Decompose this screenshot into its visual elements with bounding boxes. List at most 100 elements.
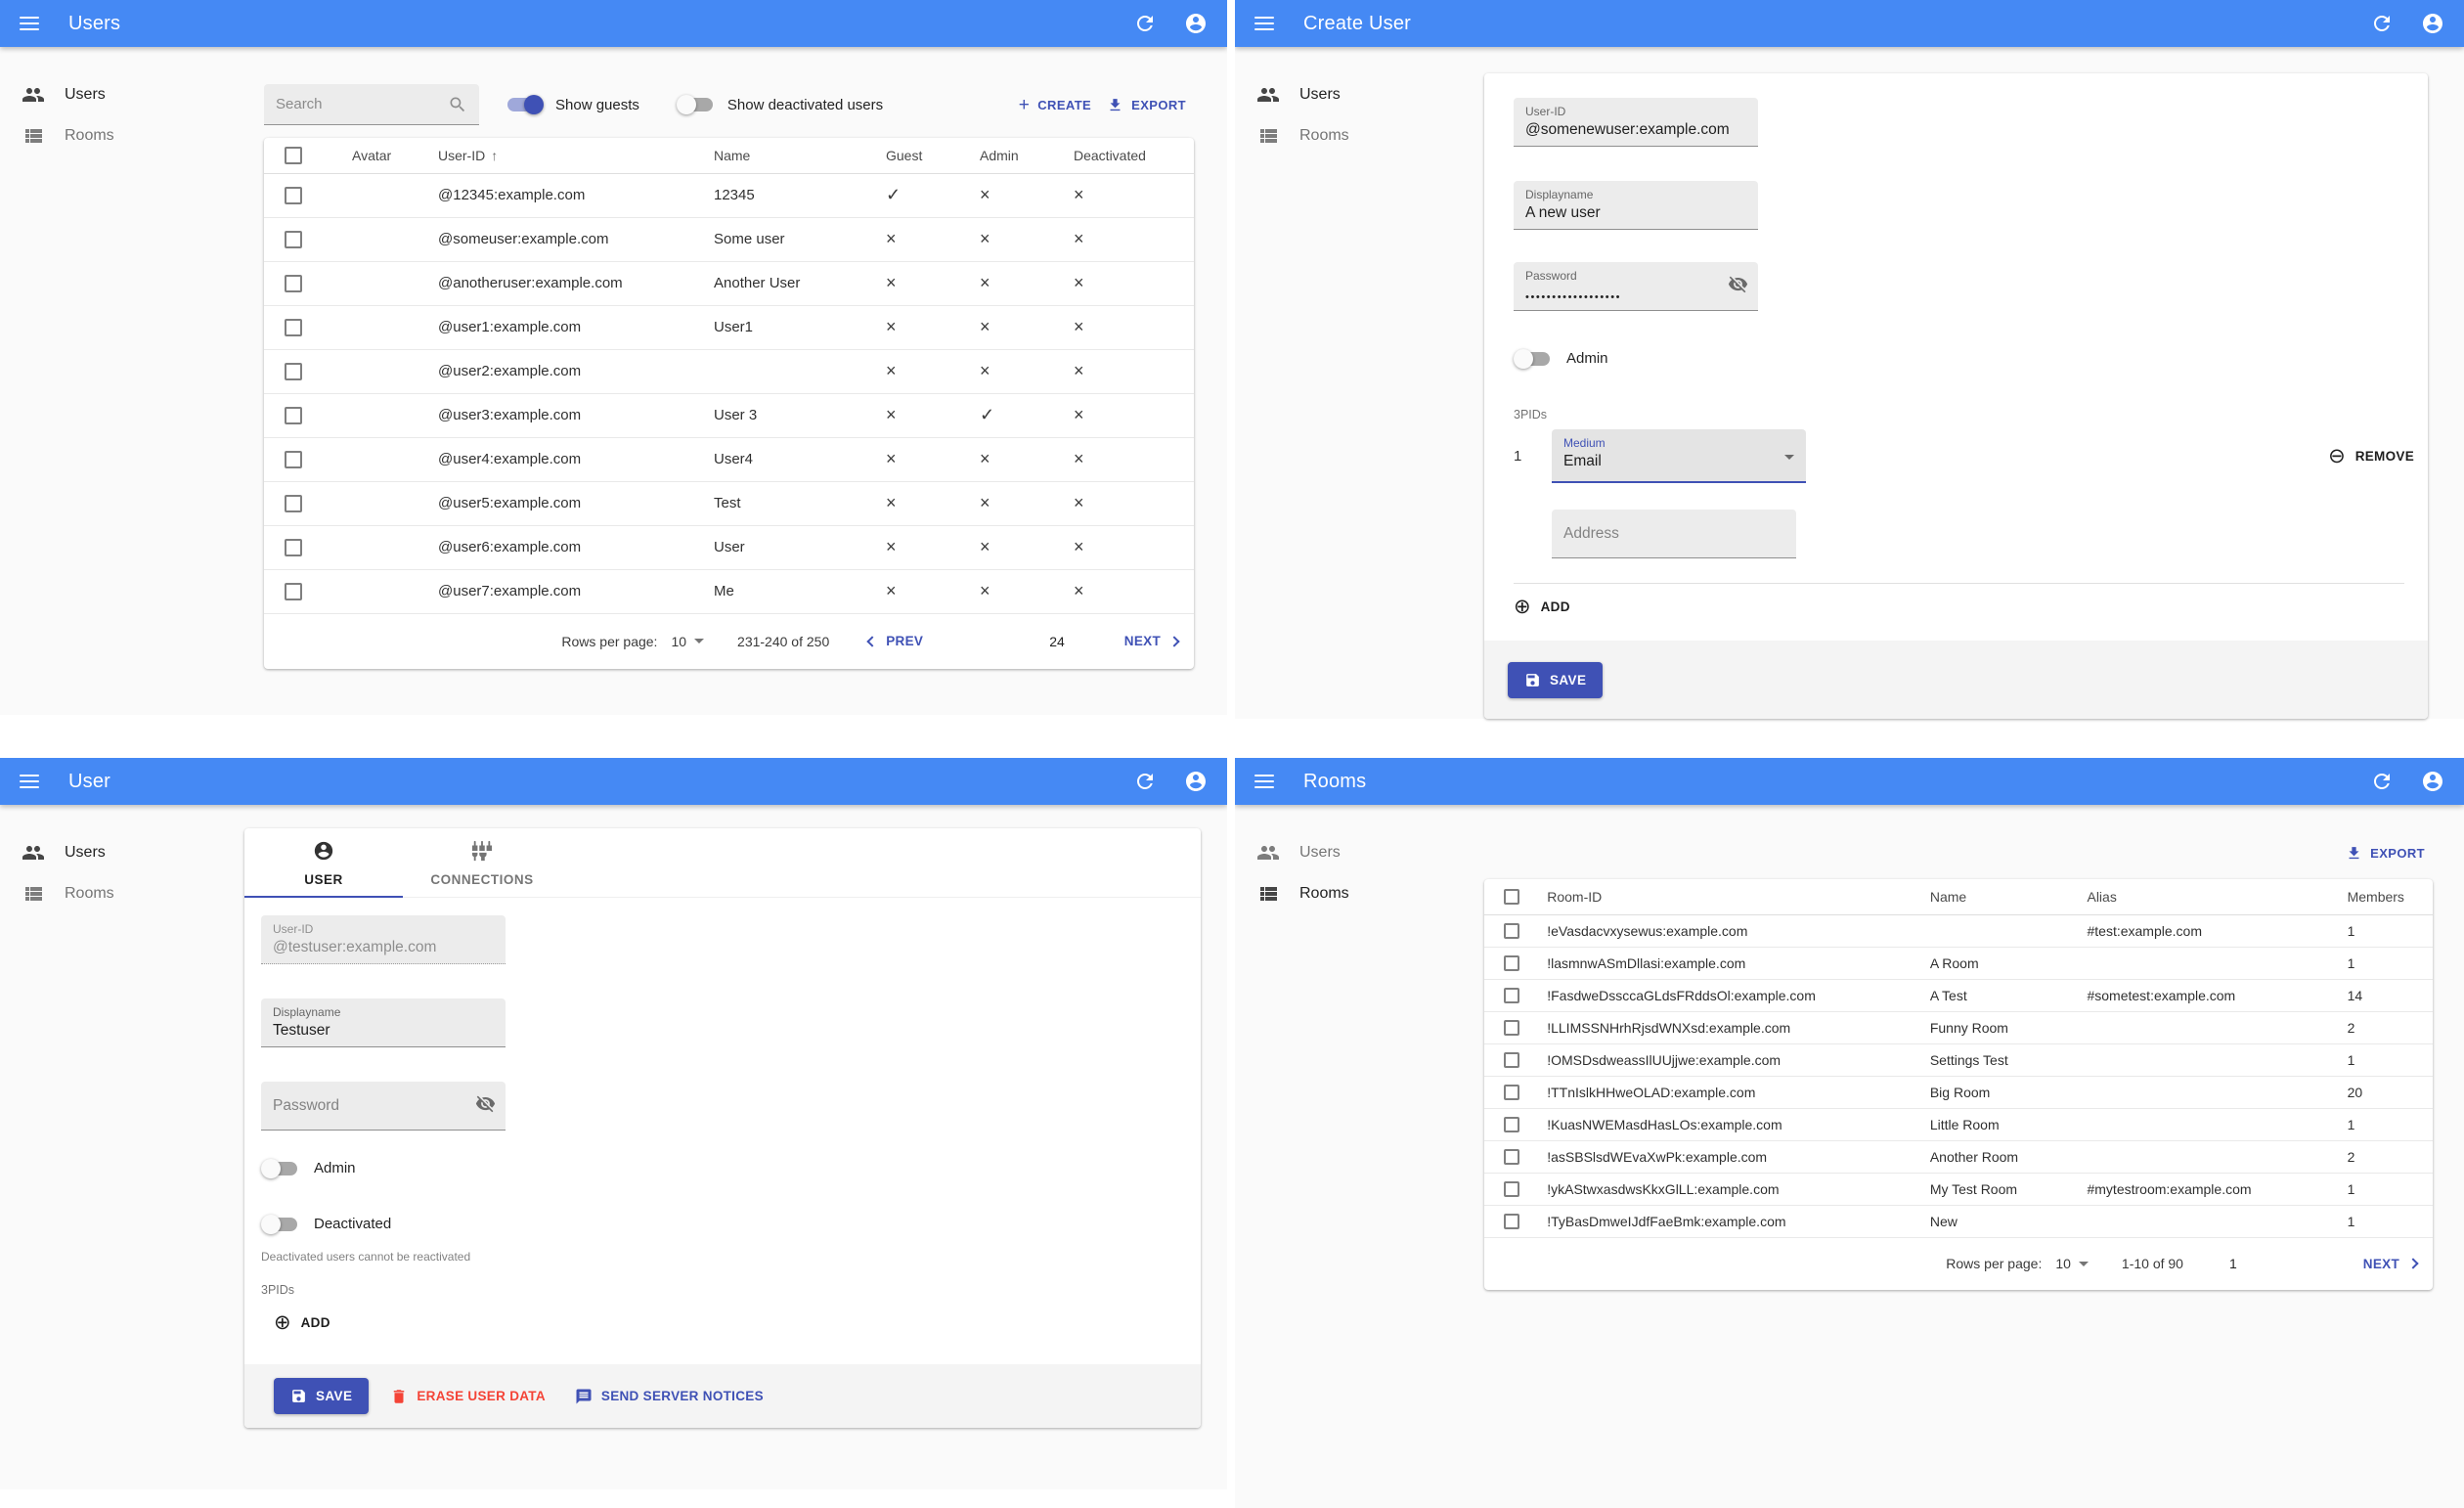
sidebar-item-rooms[interactable]: Rooms bbox=[1235, 873, 1470, 914]
table-row[interactable]: !TyBasDmweIJdfFaeBmk:example.com New 1 bbox=[1484, 1205, 2433, 1238]
refresh-icon[interactable] bbox=[1133, 770, 1157, 793]
send-server-notices-button[interactable]: SEND SERVER NOTICES bbox=[567, 1382, 771, 1411]
visibility-off-icon[interactable] bbox=[1728, 274, 1748, 299]
menu-icon[interactable] bbox=[20, 17, 39, 30]
displayname-field[interactable]: Displayname A new user bbox=[1514, 181, 1758, 230]
table-row[interactable]: @user6:example.com User × × × bbox=[264, 525, 1194, 570]
table-row[interactable]: @12345:example.com 12345 ✓ × × bbox=[264, 173, 1194, 218]
rows-per-page-select[interactable]: 10 bbox=[671, 634, 705, 649]
search-input[interactable]: Search bbox=[264, 84, 479, 125]
row-checkbox[interactable] bbox=[1504, 922, 1520, 939]
table-row[interactable]: !lasmnwASmDllasi:example.com A Room 1 bbox=[1484, 947, 2433, 980]
refresh-icon[interactable] bbox=[1133, 12, 1157, 35]
add-threepid-button[interactable]: ⊕ ADD bbox=[1514, 597, 1570, 617]
row-checkbox[interactable] bbox=[285, 362, 302, 380]
password-field[interactable]: Password bbox=[261, 1082, 506, 1131]
rows-per-page-select[interactable]: 10 bbox=[2055, 1256, 2089, 1271]
sidebar-item-rooms[interactable]: Rooms bbox=[0, 873, 235, 914]
row-checkbox[interactable] bbox=[1504, 1180, 1520, 1197]
table-row[interactable]: @someuser:example.com Some user × × × bbox=[264, 217, 1194, 262]
row-checkbox[interactable] bbox=[1504, 1084, 1520, 1100]
add-threepid-button[interactable]: ⊕ ADD bbox=[274, 1312, 330, 1333]
row-checkbox[interactable] bbox=[285, 450, 302, 468]
table-row[interactable]: !OMSDsdweassIlUUjjwe:example.com Setting… bbox=[1484, 1043, 2433, 1077]
sidebar-item-rooms[interactable]: Rooms bbox=[1235, 115, 1470, 156]
sidebar-item-users[interactable]: Users bbox=[0, 832, 235, 873]
row-checkbox[interactable] bbox=[285, 230, 302, 248]
refresh-icon[interactable] bbox=[2370, 770, 2394, 793]
sidebar-item-users[interactable]: Users bbox=[1235, 74, 1470, 115]
prev-page-button[interactable]: PREV bbox=[866, 634, 923, 648]
remove-threepid-button[interactable]: ⊖ REMOVE bbox=[2328, 446, 2414, 466]
table-row[interactable]: @user2:example.com × × × bbox=[264, 349, 1194, 394]
row-checkbox[interactable] bbox=[1504, 1148, 1520, 1165]
account-icon[interactable] bbox=[2421, 770, 2444, 793]
row-checkbox[interactable] bbox=[285, 582, 302, 600]
table-row[interactable]: !FasdweDssccaGLdsFRddsOl:example.com A T… bbox=[1484, 979, 2433, 1012]
row-checkbox[interactable] bbox=[285, 494, 302, 512]
admin-header[interactable]: Admin bbox=[972, 138, 1066, 174]
row-checkbox[interactable] bbox=[1504, 1019, 1520, 1036]
address-field[interactable]: Address bbox=[1552, 510, 1796, 558]
show-guests-switch[interactable] bbox=[507, 95, 544, 114]
row-checkbox[interactable] bbox=[285, 538, 302, 556]
user-id-header[interactable]: User-ID ↑ bbox=[430, 138, 706, 174]
erase-user-data-button[interactable]: ERASE USER DATA bbox=[382, 1382, 553, 1411]
alias-header[interactable]: Alias bbox=[2079, 879, 2340, 915]
table-row[interactable]: !LLIMSSNHrhRjsdWNXsd:example.com Funny R… bbox=[1484, 1011, 2433, 1044]
export-button[interactable]: EXPORT bbox=[2338, 839, 2433, 867]
refresh-icon[interactable] bbox=[2370, 12, 2394, 35]
user-id-field[interactable]: User-ID @somenewuser:example.com bbox=[1514, 98, 1758, 147]
next-page-button[interactable]: NEXT bbox=[1124, 634, 1180, 648]
current-page-button[interactable]: 24 bbox=[1049, 634, 1065, 649]
account-icon[interactable] bbox=[1184, 12, 1208, 35]
tab-user[interactable]: USER bbox=[244, 828, 403, 898]
sidebar-item-rooms[interactable]: Rooms bbox=[0, 115, 235, 156]
table-row[interactable]: !asSBSlsdWEvaXwPk:example.com Another Ro… bbox=[1484, 1140, 2433, 1174]
account-icon[interactable] bbox=[2421, 12, 2444, 35]
menu-icon[interactable] bbox=[1254, 775, 1274, 788]
admin-switch[interactable] bbox=[1514, 348, 1550, 369]
row-checkbox[interactable] bbox=[1504, 1051, 1520, 1068]
table-row[interactable]: !TTnIslkHHweOLAD:example.com Big Room 20 bbox=[1484, 1076, 2433, 1109]
members-header[interactable]: Members bbox=[2339, 879, 2433, 915]
row-checkbox[interactable] bbox=[1504, 1116, 1520, 1132]
visibility-off-icon[interactable] bbox=[475, 1093, 496, 1119]
tab-connections[interactable]: CONNECTIONS bbox=[403, 828, 561, 897]
table-row[interactable]: @anotheruser:example.com Another User × … bbox=[264, 261, 1194, 306]
table-row[interactable]: !eVasdacvxysewus:example.com #test:examp… bbox=[1484, 914, 2433, 948]
create-button[interactable]: + CREATE bbox=[1011, 90, 1099, 120]
menu-icon[interactable] bbox=[1254, 17, 1274, 30]
export-button[interactable]: EXPORT bbox=[1099, 91, 1194, 119]
deactivated-switch[interactable] bbox=[261, 1214, 297, 1234]
name-header[interactable]: Name bbox=[1921, 879, 2080, 915]
admin-switch[interactable] bbox=[261, 1158, 297, 1178]
table-row[interactable]: @user3:example.com User 3 × ✓ × bbox=[264, 393, 1194, 438]
table-row[interactable]: @user4:example.com User4 × × × bbox=[264, 437, 1194, 482]
row-checkbox[interactable] bbox=[1504, 1213, 1520, 1229]
avatar-header[interactable]: Avatar bbox=[323, 138, 430, 174]
password-field[interactable]: Password •••••••••••••••••• bbox=[1514, 262, 1758, 311]
row-checkbox[interactable] bbox=[285, 186, 302, 204]
row-checkbox[interactable] bbox=[285, 406, 302, 424]
guest-header[interactable]: Guest bbox=[878, 138, 972, 174]
account-icon[interactable] bbox=[1184, 770, 1208, 793]
room-id-header[interactable]: Room-ID bbox=[1539, 879, 1922, 915]
displayname-field[interactable]: Displayname Testuser bbox=[261, 998, 506, 1047]
current-page-button[interactable]: 1 bbox=[2229, 1256, 2237, 1271]
save-button[interactable]: SAVE bbox=[274, 1378, 370, 1414]
table-row[interactable]: @user7:example.com Me × × × bbox=[264, 569, 1194, 614]
row-checkbox[interactable] bbox=[285, 318, 302, 336]
save-button[interactable]: SAVE bbox=[1508, 661, 1604, 698]
row-checkbox[interactable] bbox=[1504, 954, 1520, 971]
select-all-checkbox[interactable] bbox=[285, 146, 302, 164]
table-row[interactable]: !KuasNWEMasdHasLOs:example.com Little Ro… bbox=[1484, 1108, 2433, 1141]
select-all-checkbox[interactable] bbox=[1504, 888, 1520, 905]
name-header[interactable]: Name bbox=[706, 138, 878, 174]
table-row[interactable]: @user5:example.com Test × × × bbox=[264, 481, 1194, 526]
sidebar-item-users[interactable]: Users bbox=[1235, 832, 1470, 873]
next-page-button[interactable]: NEXT bbox=[2363, 1257, 2419, 1271]
deactivated-header[interactable]: Deactivated bbox=[1066, 138, 1194, 174]
table-row[interactable]: @user1:example.com User1 × × × bbox=[264, 305, 1194, 350]
row-checkbox[interactable] bbox=[1504, 987, 1520, 1003]
